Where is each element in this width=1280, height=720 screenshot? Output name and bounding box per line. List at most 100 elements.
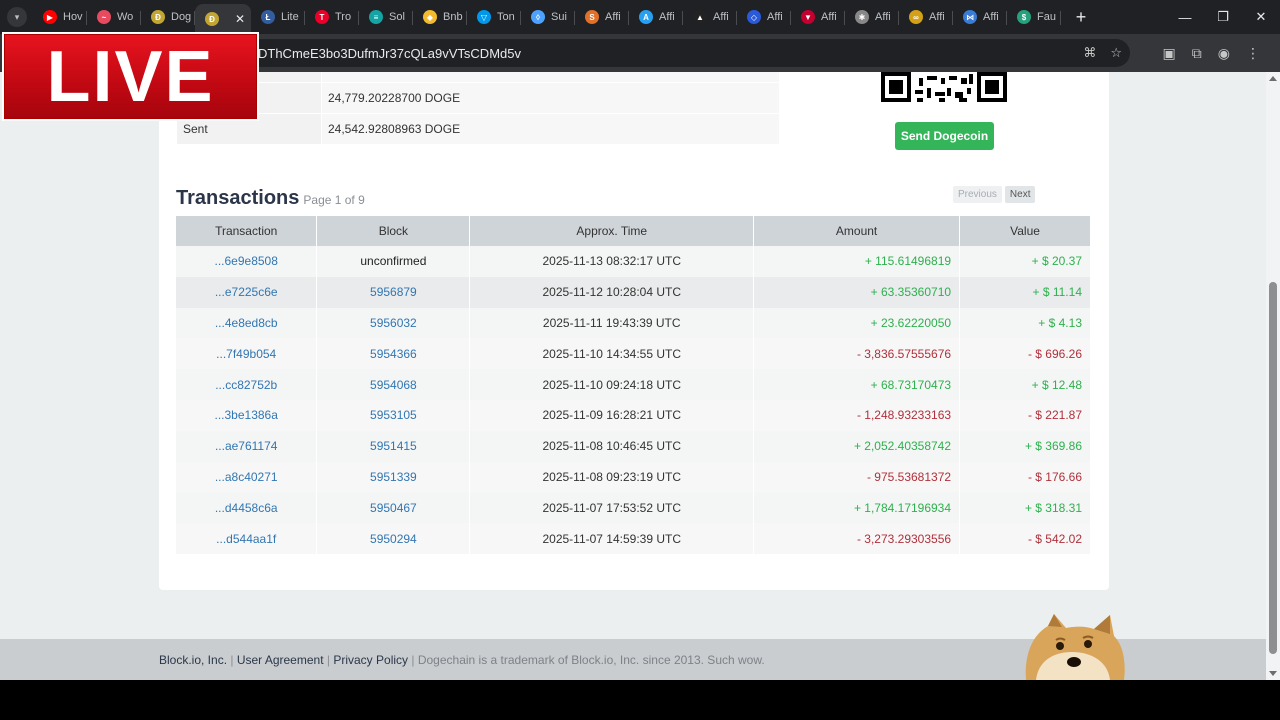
transaction-link[interactable]: ...d4458c6a bbox=[215, 501, 278, 515]
approx-time: 2025-11-08 10:46:45 UTC bbox=[542, 439, 682, 454]
transaction-link[interactable]: ...a8c40271 bbox=[215, 470, 278, 484]
table-row: ...4e8ed8cb 5956032 2025-11-11 19:43:39 UT… bbox=[176, 307, 1091, 339]
usd-value: - $ 542.02 bbox=[1027, 531, 1082, 546]
translate-icon[interactable]: ⌘ bbox=[1083, 45, 1096, 61]
letterbox-bar bbox=[0, 680, 1280, 720]
block-link[interactable]: 5950294 bbox=[370, 532, 417, 546]
transaction-link[interactable]: ...d544aa1f bbox=[216, 532, 276, 546]
summary-value: 24,779.20228700 DOGE bbox=[322, 83, 779, 113]
browser-tab[interactable]: Ł Lite bbox=[251, 3, 305, 31]
tab-favicon-icon: ▼ bbox=[801, 10, 815, 24]
transaction-link[interactable]: ...7f49b054 bbox=[216, 347, 276, 361]
address-summary-table: 8824,779.20228700 DOGESent24,542.9280896… bbox=[177, 72, 779, 145]
block-link[interactable]: 5954068 bbox=[370, 378, 417, 392]
scrollbar-thumb[interactable] bbox=[1269, 282, 1277, 654]
tab-favicon-icon: S bbox=[585, 10, 599, 24]
page-scrollbar[interactable] bbox=[1266, 72, 1280, 680]
transaction-link[interactable]: ...ae761174 bbox=[215, 439, 278, 453]
profile-icon[interactable]: ◉ bbox=[1218, 45, 1230, 62]
browser-tab[interactable]: ◆ Bnb bbox=[413, 3, 467, 31]
bookmark-star-icon[interactable]: ☆ bbox=[1110, 45, 1122, 61]
tab-search-icon[interactable]: ▾ bbox=[7, 7, 27, 27]
table-row: ...cc82752b 5954068 2025-11-10 09:24:18 UT… bbox=[176, 369, 1091, 400]
transaction-link[interactable]: ...e7225c6e bbox=[215, 285, 278, 299]
tab-label: Wo bbox=[117, 11, 134, 23]
tab-label: Sol bbox=[389, 11, 405, 23]
block-link[interactable]: 5951339 bbox=[370, 470, 417, 484]
browser-tab[interactable]: ◊ Sui bbox=[521, 3, 575, 31]
browser-tab[interactable]: ~ Wo bbox=[87, 3, 141, 31]
block-link[interactable]: 5956879 bbox=[370, 285, 417, 299]
approx-time: 2025-11-10 14:34:55 UTC bbox=[542, 346, 682, 361]
tab-favicon-icon: ◆ bbox=[423, 10, 437, 24]
extensions-icon[interactable]: ⧉ bbox=[1192, 45, 1202, 62]
browser-tab[interactable]: ▼ Affi bbox=[791, 3, 845, 31]
transaction-link[interactable]: ...cc82752b bbox=[215, 378, 277, 392]
transaction-link[interactable]: ...4e8ed8cb bbox=[215, 316, 278, 330]
browser-tab[interactable]: Ð Dog bbox=[141, 3, 195, 31]
browser-tab[interactable]: $ Fau bbox=[1007, 3, 1061, 31]
browser-tab[interactable]: ▽ Ton bbox=[467, 3, 521, 31]
send-dogecoin-button[interactable]: Send Dogecoin bbox=[895, 122, 994, 150]
transaction-link[interactable]: ...3be1386a bbox=[215, 408, 278, 422]
amount-value: + 23.62220050 bbox=[870, 315, 952, 330]
scroll-up-icon[interactable] bbox=[1269, 76, 1277, 81]
next-page-button[interactable]: Next bbox=[1004, 186, 1036, 203]
approx-time: 2025-11-12 10:28:04 UTC bbox=[542, 285, 682, 300]
footer-trademark-text: Dogechain is a trademark of Block.io, In… bbox=[417, 653, 765, 667]
column-header[interactable]: Value bbox=[959, 216, 1091, 246]
menu-kebab-icon[interactable]: ⋮ bbox=[1246, 45, 1260, 62]
block-link[interactable]: 5956032 bbox=[370, 316, 417, 330]
previous-page-button[interactable]: Previous bbox=[953, 186, 1002, 203]
maximize-icon[interactable]: ❐ bbox=[1204, 0, 1242, 34]
minimize-icon[interactable]: — bbox=[1166, 0, 1204, 34]
tab-favicon-icon: ✱ bbox=[855, 10, 869, 24]
transactions-header: Transactions Page 1 of 9 bbox=[176, 187, 365, 210]
table-header-row: Transaction Block Approx. Time Amount Value bbox=[176, 216, 1091, 246]
column-header[interactable]: Block bbox=[316, 216, 471, 246]
block-link[interactable]: 5953105 bbox=[370, 408, 417, 422]
tab-label: Affi bbox=[605, 11, 621, 23]
browser-tab[interactable]: ▲ Affi bbox=[683, 3, 737, 31]
new-tab-icon[interactable]: + bbox=[1069, 7, 1093, 28]
column-header[interactable]: Approx. Time bbox=[469, 216, 755, 246]
scroll-down-icon[interactable] bbox=[1269, 671, 1277, 676]
block-link[interactable]: 5951415 bbox=[370, 439, 417, 453]
tab-favicon-icon: ◊ bbox=[531, 10, 545, 24]
browser-tab[interactable]: ✱ Affi bbox=[845, 3, 899, 31]
browser-tab[interactable]: ≡ Sol bbox=[359, 3, 413, 31]
usd-value: - $ 221.87 bbox=[1027, 408, 1082, 423]
tab-label: Ton bbox=[497, 11, 515, 23]
footer-privacy-link[interactable]: Privacy Policy bbox=[333, 653, 408, 667]
browser-tab[interactable]: ◇ Affi bbox=[737, 3, 791, 31]
table-row: ...3be1386a 5953105 2025-11-09 16:28:21 UT… bbox=[176, 399, 1091, 431]
browser-tab[interactable]: S Affi bbox=[575, 3, 629, 31]
footer-company-link[interactable]: Block.io, Inc. bbox=[159, 653, 227, 667]
live-badge-text: LIVE bbox=[46, 36, 215, 117]
browser-tab[interactable]: A Affi bbox=[629, 3, 683, 31]
tab-favicon-icon: ◇ bbox=[747, 10, 761, 24]
approx-time: 2025-11-10 09:24:18 UTC bbox=[542, 377, 682, 392]
address-card: 8824,779.20228700 DOGESent24,542.9280896… bbox=[159, 72, 1109, 590]
column-header[interactable]: Transaction bbox=[176, 216, 318, 246]
footer-user-agreement-link[interactable]: User Agreement bbox=[237, 653, 324, 667]
tab-label: Dog bbox=[171, 11, 192, 23]
tab-close-icon[interactable]: ✕ bbox=[235, 12, 247, 26]
approx-time: 2025-11-08 09:23:19 UTC bbox=[542, 469, 682, 484]
table-body: ...6e9e8508 unconfirmed 2025-11-13 08:32:1… bbox=[176, 246, 1091, 554]
block-link[interactable]: 5954366 bbox=[370, 347, 417, 361]
browser-tab[interactable]: T Tro bbox=[305, 3, 359, 31]
tab-favicon-icon: ▶ bbox=[43, 10, 57, 24]
block-link[interactable]: 5950467 bbox=[370, 501, 417, 515]
transaction-link[interactable]: ...6e9e8508 bbox=[215, 254, 278, 268]
close-window-icon[interactable]: ✕ bbox=[1242, 0, 1280, 34]
tab-label: Affi bbox=[659, 11, 675, 23]
address-bar[interactable]: DThCmeE3bo3DufmJr37cQLa9vVTsCDMd5v ⌘ ☆ bbox=[240, 39, 1130, 67]
browser-tab[interactable]: ▶ Hov bbox=[33, 3, 87, 31]
browser-tab[interactable]: ⋈ Affi bbox=[953, 3, 1007, 31]
column-header[interactable]: Amount bbox=[753, 216, 961, 246]
screenshot-icon[interactable]: ▣ bbox=[1163, 45, 1176, 62]
browser-tab[interactable]: ∞ Affi bbox=[899, 3, 953, 31]
tab-favicon-icon: ▲ bbox=[693, 10, 707, 24]
browser-tab[interactable]: Ð ✕ bbox=[195, 4, 251, 34]
